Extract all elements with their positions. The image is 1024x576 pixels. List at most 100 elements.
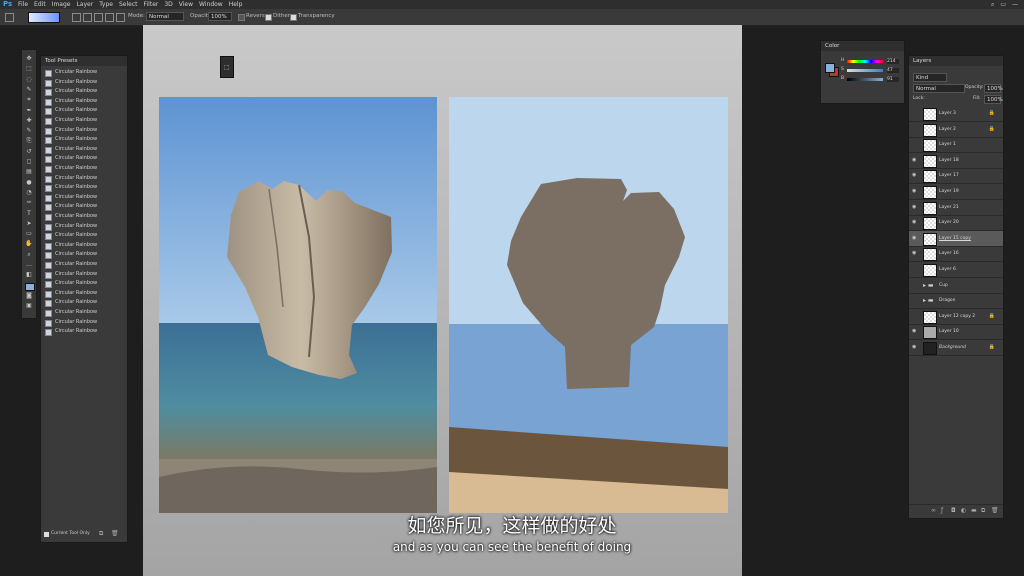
visibility-eye-icon[interactable] <box>912 298 917 302</box>
path-select-tool-icon[interactable]: ➤ <box>25 220 33 227</box>
quick-select-tool-icon[interactable]: ✎ <box>25 86 33 93</box>
menu-item[interactable]: Filter <box>144 0 159 9</box>
tool-preset-item[interactable]: Circular Rainbow <box>43 289 125 298</box>
workspace-icon[interactable]: ▭ <box>1000 0 1006 9</box>
menu-item[interactable]: Image <box>52 0 71 9</box>
tool-preset-item[interactable]: Circular Rainbow <box>43 298 125 308</box>
visibility-eye-icon[interactable] <box>912 142 917 146</box>
layer-opacity-field[interactable]: 100% <box>984 84 1003 93</box>
tool-preset-item[interactable]: Circular Rainbow <box>43 145 125 154</box>
visibility-eye-icon[interactable] <box>912 314 917 318</box>
clone-stamp-tool-icon[interactable]: ⎘ <box>25 138 33 144</box>
blur-tool-icon[interactable]: ● <box>25 179 33 186</box>
visibility-eye-icon[interactable]: ◉ <box>912 173 917 178</box>
dodge-tool-icon[interactable]: ◔ <box>25 189 33 196</box>
color-channel-slider[interactable] <box>847 78 883 81</box>
gradient-swatch[interactable] <box>28 12 60 23</box>
visibility-eye-icon[interactable] <box>912 127 917 131</box>
reflected-gradient-icon[interactable] <box>105 13 114 22</box>
tool-preset-item[interactable]: Circular Rainbow <box>43 68 125 77</box>
menu-item[interactable]: Layer <box>76 0 93 9</box>
layer-row[interactable]: ◉ Layer 17 <box>909 168 1003 185</box>
tool-preset-item[interactable]: Circular Rainbow <box>43 212 125 221</box>
color-channel-slider[interactable] <box>847 60 883 63</box>
pen-tool-icon[interactable]: ✑ <box>25 200 33 206</box>
tool-preset-item[interactable]: Circular Rainbow <box>43 308 125 317</box>
visibility-eye-icon[interactable]: ◉ <box>912 251 917 256</box>
screen-mode-tool-icon[interactable]: ▣ <box>25 303 33 309</box>
angle-gradient-icon[interactable] <box>94 13 103 22</box>
eraser-tool-icon[interactable]: ◻ <box>25 159 33 165</box>
gradient-tool-icon[interactable] <box>5 13 14 22</box>
tool-preset-item[interactable]: Circular Rainbow <box>43 222 125 231</box>
tool-preset-item[interactable]: Circular Rainbow <box>43 164 125 173</box>
layer-row[interactable]: ▸ ▬ Cup <box>909 278 1003 294</box>
tool-preset-item[interactable]: Circular Rainbow <box>43 270 125 279</box>
mode-select[interactable]: Normal <box>146 12 184 21</box>
layer-row[interactable]: Layer 12 copy 2 🔒 <box>909 309 1003 325</box>
layer-row[interactable]: ◉ Layer 15 copy <box>909 230 1003 247</box>
visibility-eye-icon[interactable]: ◉ <box>912 157 917 162</box>
transparency-checkbox[interactable] <box>290 14 297 21</box>
color-channel-slider[interactable] <box>847 69 883 72</box>
tool-preset-item[interactable]: Circular Rainbow <box>43 154 125 164</box>
default-colors-tool-icon[interactable]: ◧ <box>25 272 33 278</box>
tool-preset-item[interactable]: Circular Rainbow <box>43 116 125 125</box>
visibility-eye-icon[interactable] <box>912 283 917 287</box>
tool-preset-item[interactable]: Circular Rainbow <box>43 327 125 337</box>
marquee-tool-icon[interactable]: ⬚ <box>25 66 33 72</box>
color-channel-value[interactable]: 91 <box>887 77 899 82</box>
brush-tool-icon[interactable]: ✎ <box>25 128 33 134</box>
menu-item[interactable]: Window <box>199 0 223 9</box>
visibility-eye-icon[interactable]: ◉ <box>912 204 917 209</box>
layer-blend-mode[interactable]: Normal <box>913 84 965 93</box>
menu-item[interactable]: File <box>18 0 28 9</box>
tool-preset-item[interactable]: Circular Rainbow <box>43 126 125 135</box>
tool-preset-item[interactable]: Circular Rainbow <box>43 87 125 97</box>
history-brush-tool-icon[interactable]: ↺ <box>25 148 33 155</box>
layer-row[interactable]: Layer 1 <box>909 137 1003 154</box>
color-channel-value[interactable]: 47 <box>887 68 899 73</box>
rectangle-tool-icon[interactable]: ▭ <box>25 231 33 237</box>
minimize-icon[interactable]: — <box>1012 0 1018 9</box>
diamond-gradient-icon[interactable] <box>116 13 125 22</box>
visibility-eye-icon[interactable] <box>912 111 917 115</box>
tool-preset-item[interactable]: Circular Rainbow <box>43 106 125 116</box>
tool-preset-item[interactable]: Circular Rainbow <box>43 97 125 106</box>
visibility-eye-icon[interactable]: ◉ <box>912 189 917 194</box>
layer-row[interactable]: ◉ Background 🔒 <box>909 340 1003 356</box>
layer-row[interactable]: ◉ Layer 20 <box>909 215 1003 232</box>
tool-preset-item[interactable]: Circular Rainbow <box>43 183 125 193</box>
fill-field[interactable]: 100% <box>984 95 1003 104</box>
layer-row[interactable]: Layer 6 <box>909 262 1003 278</box>
gradient-tool-icon[interactable]: ▤ <box>25 169 33 175</box>
tool-preset-item[interactable]: Circular Rainbow <box>43 78 125 87</box>
layer-row[interactable]: ◉ Layer 19 <box>909 184 1003 200</box>
visibility-eye-icon[interactable]: ◉ <box>912 345 917 350</box>
eyedropper-tool-icon[interactable]: ✒ <box>25 107 33 114</box>
opacity-field[interactable]: 100% <box>208 12 232 21</box>
painted-study[interactable] <box>449 97 728 513</box>
reverse-checkbox[interactable] <box>238 14 245 21</box>
menu-item[interactable]: Edit <box>34 0 46 9</box>
layer-row[interactable]: ▸ ▬ Dragon <box>909 293 1003 310</box>
floating-tool-icon[interactable]: ⬚ <box>220 56 234 78</box>
linear-gradient-icon[interactable] <box>72 13 81 22</box>
tool-preset-item[interactable]: Circular Rainbow <box>43 260 125 269</box>
dither-checkbox[interactable] <box>265 14 272 21</box>
foreground-color-swatch[interactable] <box>825 63 835 73</box>
visibility-eye-icon[interactable]: ◉ <box>912 329 917 334</box>
tool-preset-item[interactable]: Circular Rainbow <box>43 135 125 145</box>
foreground-color-tool-icon[interactable] <box>25 282 35 291</box>
type-tool-icon[interactable]: T <box>25 210 33 217</box>
crop-tool-icon[interactable]: ⌗ <box>25 97 33 103</box>
more-tool-icon[interactable]: … <box>25 262 33 268</box>
zoom-tool-icon[interactable]: ⌕ <box>25 251 33 258</box>
hand-tool-icon[interactable]: ✋ <box>25 241 33 247</box>
tool-preset-item[interactable]: Circular Rainbow <box>43 193 125 202</box>
menu-item[interactable]: 3D <box>164 0 172 9</box>
layer-row[interactable]: Layer 2 🔒 <box>909 122 1003 138</box>
tool-preset-item[interactable]: Circular Rainbow <box>43 250 125 260</box>
healing-tool-icon[interactable]: ✚ <box>25 117 33 124</box>
tool-preset-item[interactable]: Circular Rainbow <box>43 318 125 327</box>
